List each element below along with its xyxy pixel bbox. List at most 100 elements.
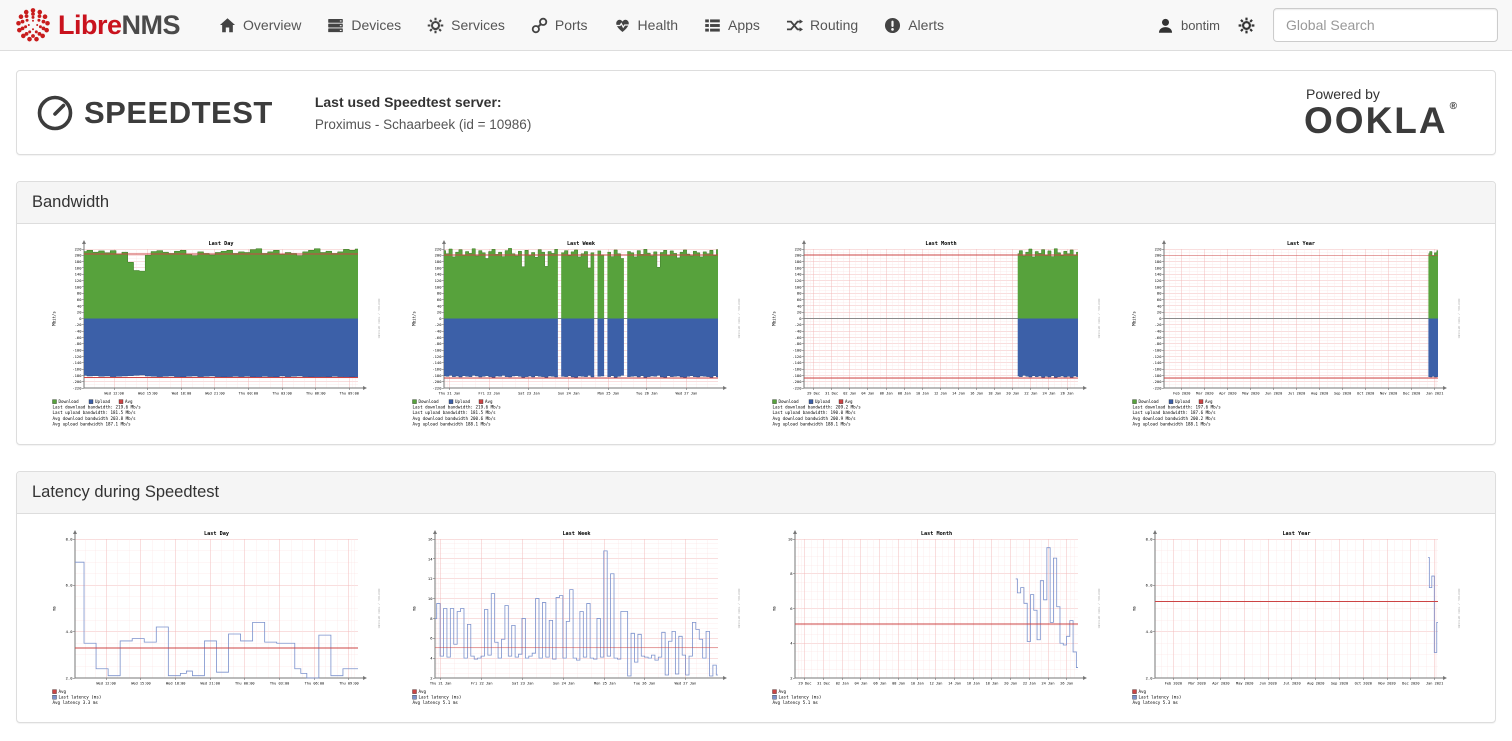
latency-graph-week[interactable]: 246810121416Thu 21 JanFri 22 JanSat 23 J… — [411, 528, 741, 708]
svg-text:80: 80 — [1157, 291, 1162, 296]
svg-text:May 2020: May 2020 — [1236, 681, 1253, 685]
bandwidth-graph-month[interactable]: -220-200-180-160-140-120-100-80-60-40-20… — [771, 238, 1101, 430]
svg-text:Mon 25 Jan: Mon 25 Jan — [598, 391, 620, 395]
user-menu[interactable]: bontim — [1157, 17, 1220, 34]
latency-panel: Latency during Speedtest 2.04.06.08.0Wed… — [16, 471, 1496, 723]
svg-text:Sep 2020: Sep 2020 — [1331, 681, 1348, 685]
svg-text:14 Jan: 14 Jan — [948, 681, 961, 685]
svg-text:40: 40 — [797, 303, 802, 308]
svg-text:0: 0 — [79, 316, 82, 321]
svg-text:ms: ms — [52, 606, 57, 611]
latency-graph-year[interactable]: 2.04.06.08.0Feb 2020Mar 2020Apr 2020May … — [1131, 528, 1461, 708]
svg-text:0: 0 — [439, 316, 442, 321]
svg-text:RRDTOOL / TOBI OETIKER: RRDTOOL / TOBI OETIKER — [737, 299, 741, 339]
svg-text:Last download bandwidth: 219.6: Last download bandwidth: 219.6 Mb/s — [413, 405, 502, 410]
svg-text:8: 8 — [790, 571, 793, 576]
svg-text:Download: Download — [1139, 399, 1160, 404]
menu-item-apps[interactable]: Apps — [693, 9, 771, 42]
latency-graph-day[interactable]: 2.04.06.08.0Wed 12:00Wed 15:00Wed 18:00W… — [51, 528, 381, 708]
brand-text: LibreNMS — [58, 10, 180, 41]
svg-text:-40: -40 — [795, 329, 803, 334]
svg-text:-220: -220 — [72, 385, 82, 390]
svg-text:-200: -200 — [1152, 379, 1162, 384]
svg-text:Jan 2021: Jan 2021 — [1426, 391, 1443, 395]
menu-item-ports[interactable]: Ports — [520, 9, 599, 42]
svg-text:Wed 18:00: Wed 18:00 — [172, 391, 191, 395]
svg-text:Avg: Avg — [59, 689, 67, 694]
svg-text:06 Jan: 06 Jan — [873, 681, 886, 685]
menu-item-devices[interactable]: Devices — [316, 9, 412, 42]
menu-item-health[interactable]: Health — [603, 9, 689, 42]
svg-text:04 Jan: 04 Jan — [861, 391, 874, 395]
svg-text:40: 40 — [77, 303, 82, 308]
svg-text:200: 200 — [1155, 253, 1163, 258]
svg-text:Avg: Avg — [419, 689, 427, 694]
svg-text:Oct 2020: Oct 2020 — [1355, 681, 1372, 685]
apps-icon — [704, 17, 721, 34]
svg-text:120: 120 — [435, 278, 443, 283]
svg-text:6.0: 6.0 — [66, 583, 74, 588]
speedtest-gauge-icon — [35, 93, 75, 133]
svg-text:26 Jan: 26 Jan — [1060, 681, 1073, 685]
svg-text:-220: -220 — [1152, 385, 1162, 390]
svg-text:RRDTOOL / TOBI OETIKER: RRDTOOL / TOBI OETIKER — [1097, 299, 1101, 339]
svg-text:80: 80 — [77, 291, 82, 296]
svg-text:Last latency (ms): Last latency (ms) — [779, 695, 822, 700]
svg-text:-160: -160 — [1152, 366, 1162, 371]
svg-text:100: 100 — [75, 284, 83, 289]
svg-text:-180: -180 — [432, 373, 442, 378]
svg-text:-120: -120 — [432, 354, 442, 359]
svg-text:-220: -220 — [792, 385, 802, 390]
svg-text:2: 2 — [430, 675, 432, 680]
main-menu: Overview Devices Services Ports Health A… — [208, 9, 955, 42]
menu-item-routing[interactable]: Routing — [775, 9, 869, 42]
menu-item-alerts[interactable]: Alerts — [873, 9, 955, 42]
svg-text:-60: -60 — [795, 335, 803, 340]
svg-text:Apr 2020: Apr 2020 — [1212, 681, 1229, 685]
svg-text:180: 180 — [1155, 259, 1163, 264]
svg-text:Avg: Avg — [125, 399, 133, 404]
librenms-logo[interactable]: LibreNMS — [14, 6, 180, 44]
svg-text:2.0: 2.0 — [66, 675, 74, 680]
svg-text:06 Jan: 06 Jan — [880, 391, 893, 395]
svg-text:Last upload bandwidth: 181.5 M: Last upload bandwidth: 181.5 Mb/s — [53, 410, 137, 415]
svg-text:-60: -60 — [75, 335, 83, 340]
svg-text:Mar 2020: Mar 2020 — [1196, 391, 1213, 395]
bandwidth-graph-year[interactable]: -220-200-180-160-140-120-100-80-60-40-20… — [1131, 238, 1461, 430]
bandwidth-graph-week[interactable]: -220-200-180-160-140-120-100-80-60-40-20… — [411, 238, 741, 430]
svg-text:-140: -140 — [792, 360, 802, 365]
svg-text:Last download bandwidth: 209.2: Last download bandwidth: 209.2 Mb/s — [773, 405, 862, 410]
svg-text:-200: -200 — [792, 379, 802, 384]
svg-text:Wed 15:00: Wed 15:00 — [138, 391, 157, 395]
svg-text:60: 60 — [1157, 297, 1162, 302]
svg-text:31 Dec: 31 Dec — [817, 681, 830, 685]
svg-text:-140: -140 — [1152, 360, 1162, 365]
menu-item-overview[interactable]: Overview — [208, 9, 312, 42]
svg-text:Upload: Upload — [95, 399, 111, 404]
menu-item-services[interactable]: Services — [416, 9, 516, 42]
svg-text:Thu 21 Jan: Thu 21 Jan — [430, 681, 452, 685]
bandwidth-graph-day[interactable]: -220-200-180-160-140-120-100-80-60-40-20… — [51, 238, 381, 430]
svg-text:10 Jan: 10 Jan — [916, 391, 929, 395]
latency-graph-month[interactable]: 24681029 Dec31 Dec02 Jan04 Jan06 Jan08 J… — [771, 528, 1101, 708]
svg-text:6: 6 — [430, 636, 433, 641]
server-name: Proximus - Schaarbeek (id = 10986) — [315, 117, 531, 132]
global-search-input[interactable] — [1273, 8, 1498, 42]
svg-text:22 Jan: 22 Jan — [1024, 391, 1037, 395]
ports-link-icon — [531, 17, 548, 34]
svg-text:-40: -40 — [435, 329, 443, 334]
svg-text:14 Jan: 14 Jan — [952, 391, 965, 395]
svg-text:24 Jan: 24 Jan — [1042, 681, 1055, 685]
svg-text:Avg download bandwidth 200.9 M: Avg download bandwidth 200.9 Mb/s — [773, 416, 857, 421]
svg-text:RRDTOOL / TOBI OETIKER: RRDTOOL / TOBI OETIKER — [737, 589, 741, 629]
svg-text:Avg upload bandwidth 188.1 Mb/: Avg upload bandwidth 188.1 Mb/s — [1133, 421, 1212, 426]
bandwidth-graphs-row: -220-200-180-160-140-120-100-80-60-40-20… — [17, 224, 1495, 444]
svg-text:16 Jan: 16 Jan — [970, 391, 983, 395]
svg-text:Sat 23 Jan: Sat 23 Jan — [518, 391, 540, 395]
svg-text:Last upload bandwidth: 187.6 M: Last upload bandwidth: 187.6 Mb/s — [1133, 410, 1217, 415]
svg-text:Last Week: Last Week — [562, 531, 591, 537]
svg-text:200: 200 — [75, 253, 83, 258]
svg-text:Mbit/s: Mbit/s — [412, 311, 417, 326]
svg-text:-180: -180 — [1152, 373, 1162, 378]
settings-gear-icon[interactable] — [1238, 17, 1255, 34]
